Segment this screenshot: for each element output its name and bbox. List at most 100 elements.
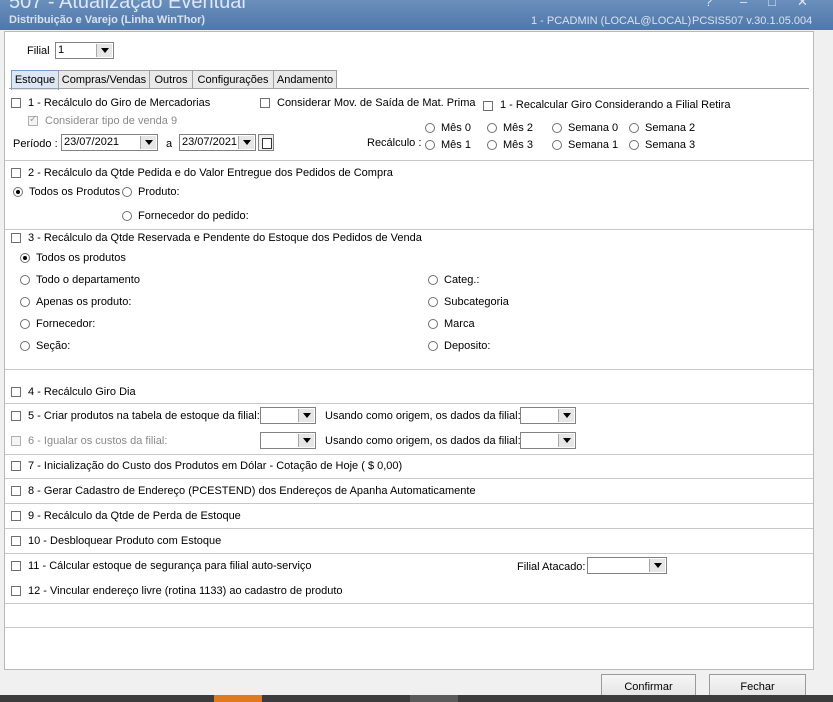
calendar-icon[interactable]: [258, 134, 274, 151]
radio-categ[interactable]: [428, 275, 438, 285]
recalcular-filial-checkbox[interactable]: [483, 101, 493, 111]
filial-select[interactable]: 1: [55, 42, 114, 59]
item4-checkbox[interactable]: [11, 387, 21, 397]
chevron-down-icon[interactable]: [558, 409, 574, 422]
item5-checkbox[interactable]: [11, 411, 21, 421]
item12-label: 12 - Vincular endereço livre (rotina 113…: [28, 585, 343, 597]
divider: [5, 478, 813, 479]
radio-semana-0[interactable]: [552, 123, 562, 133]
close-icon[interactable]: ✕: [797, 0, 808, 10]
item5-filial-select[interactable]: [260, 407, 316, 424]
fornecedor-pedido-label: Fornecedor do pedido:: [138, 210, 249, 222]
item10-checkbox[interactable]: [11, 536, 21, 546]
item5-origem-select[interactable]: [520, 407, 576, 424]
radio-semana-3[interactable]: [629, 140, 639, 150]
radio-fornecedor-pedido[interactable]: [122, 211, 132, 221]
tab-outros[interactable]: Outros: [149, 70, 193, 89]
categ-label: Categ.:: [444, 274, 480, 286]
radio-fornecedor[interactable]: [20, 319, 30, 329]
recalcular-filial-label: 1 - Recalcular Giro Considerando a Filia…: [500, 99, 731, 111]
chevron-down-icon[interactable]: [649, 559, 665, 572]
section3-title: 3 - Recálculo da Qtde Reservada e Penden…: [28, 232, 422, 244]
date-to-picker[interactable]: 23/07/2021: [179, 134, 256, 151]
radio-mes-2[interactable]: [487, 123, 497, 133]
divider: [5, 160, 813, 161]
semana-1-label: Semana 1: [568, 139, 619, 151]
semana-0-label: Semana 0: [568, 122, 619, 134]
main-panel: Filial 1 Estoque Compras/Vendas Outros C…: [4, 31, 814, 670]
chevron-down-icon[interactable]: [140, 136, 156, 149]
filial-atacado-label: Filial Atacado:: [517, 561, 586, 573]
tab-compras-vendas[interactable]: Compras/Vendas: [58, 70, 150, 89]
item6-checkbox[interactable]: [11, 436, 21, 446]
date-from-value: 23/07/2021: [64, 136, 120, 148]
chevron-down-icon[interactable]: [298, 434, 314, 447]
divider: [5, 403, 813, 404]
section3-checkbox[interactable]: [11, 233, 21, 243]
radio-marca[interactable]: [428, 319, 438, 329]
radio-apenas-produto[interactable]: [20, 297, 30, 307]
considerar-tipo-checkbox[interactable]: [28, 114, 38, 126]
mes-2-label: Mês 2: [503, 122, 533, 134]
filial-value: 1: [58, 44, 65, 56]
taskbar-active-app[interactable]: [214, 695, 262, 702]
item5-label: 5 - Criar produtos na tabela de estoque …: [28, 410, 260, 422]
chevron-down-icon[interactable]: [558, 434, 574, 447]
tab-andamento[interactable]: Andamento: [273, 70, 337, 89]
tab-estoque[interactable]: Estoque: [11, 70, 59, 90]
radio-semana-1[interactable]: [552, 140, 562, 150]
item12-checkbox[interactable]: [11, 586, 21, 596]
radio-secao[interactable]: [20, 341, 30, 351]
radio-todos-produtos[interactable]: [13, 187, 23, 197]
considerar-mov-label: Considerar Mov. de Saída de Mat. Prima: [277, 97, 476, 109]
apenas-produto-label: Apenas os produto:: [36, 296, 132, 308]
recalculo-giro-label: 1 - Recálculo do Giro de Mercadorias: [28, 97, 211, 109]
item11-checkbox[interactable]: [11, 561, 21, 571]
divider: [5, 603, 813, 604]
recalculo-giro-checkbox[interactable]: [11, 98, 21, 108]
filial-atacado-select[interactable]: [587, 557, 667, 574]
item9-checkbox[interactable]: [11, 511, 21, 521]
produto-label: Produto:: [138, 186, 180, 198]
item6-origem-select[interactable]: [520, 432, 576, 449]
chevron-down-icon[interactable]: [96, 44, 112, 57]
radio-produto[interactable]: [122, 187, 132, 197]
radio-mes-0[interactable]: [425, 123, 435, 133]
radio-deposito[interactable]: [428, 341, 438, 351]
window-title: 507 - Atualização Eventual: [9, 0, 246, 13]
tab-divider: [9, 88, 809, 89]
radio-mes-3[interactable]: [487, 140, 497, 150]
item7-checkbox[interactable]: [11, 461, 21, 471]
help-icon[interactable]: ?: [705, 0, 712, 9]
radio-mes-1[interactable]: [425, 140, 435, 150]
section2-checkbox[interactable]: [11, 168, 21, 178]
chevron-down-icon[interactable]: [298, 409, 314, 422]
divider: [5, 369, 813, 370]
item7-label: 7 - Inicialização do Custo dos Produtos …: [28, 460, 403, 472]
section2-title: 2 - Recálculo da Qtde Pedida e do Valor …: [28, 167, 393, 179]
semana-2-label: Semana 2: [645, 122, 696, 134]
date-from-picker[interactable]: 23/07/2021: [61, 134, 158, 151]
divider: [5, 229, 813, 230]
radio-semana-2[interactable]: [629, 123, 639, 133]
window-subtitle: Distribuição e Varejo (Linha WinThor): [9, 14, 206, 26]
a-label: a: [166, 138, 173, 150]
item6-filial-select[interactable]: [260, 432, 316, 449]
tab-configuracoes[interactable]: Configurações: [192, 70, 274, 89]
date-to-value: 23/07/2021: [182, 136, 238, 148]
divider: [5, 503, 813, 504]
subcategoria-label: Subcategoria: [444, 296, 509, 308]
taskbar-app[interactable]: [410, 695, 458, 702]
radio-subcategoria[interactable]: [428, 297, 438, 307]
radio-todos-os-produtos[interactable]: [20, 253, 30, 263]
marca-label: Marca: [444, 318, 475, 330]
chevron-down-icon[interactable]: [238, 136, 254, 149]
item6-label: 6 - Igualar os custos da filial:: [28, 435, 168, 447]
minimize-icon[interactable]: –: [740, 0, 747, 9]
mes-1-label: Mês 1: [441, 139, 471, 151]
considerar-mov-checkbox[interactable]: [260, 98, 270, 108]
item6-origem-label: Usando como origem, os dados da filial:: [325, 435, 521, 447]
maximize-icon[interactable]: □: [768, 0, 776, 9]
radio-todo-departamento[interactable]: [20, 275, 30, 285]
item8-checkbox[interactable]: [11, 486, 21, 496]
